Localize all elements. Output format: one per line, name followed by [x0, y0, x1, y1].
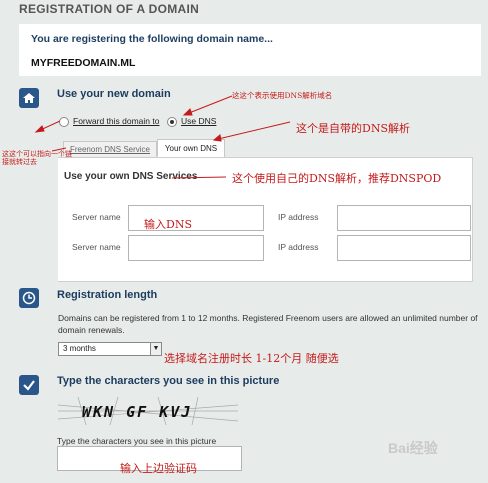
annotation-length: 选择域名注册时长 1-12个月 随便选	[164, 352, 339, 365]
annotation-arrows	[34, 95, 291, 179]
annotation-own-dns: 这个使用自己的DNS解析，推荐DNSPOD	[232, 172, 442, 185]
watermark-logo: Bai经验	[388, 440, 438, 456]
annotation-use-dns: 这这个表示使用DNS解析域名	[232, 91, 333, 100]
annotation-forward: 这这个可以指向一个链接就转过去	[2, 150, 72, 166]
annotation-freenom-dns: 这个是自带的DNS解析	[296, 122, 410, 135]
annotation-captcha: 输入上边验证码	[120, 462, 197, 475]
